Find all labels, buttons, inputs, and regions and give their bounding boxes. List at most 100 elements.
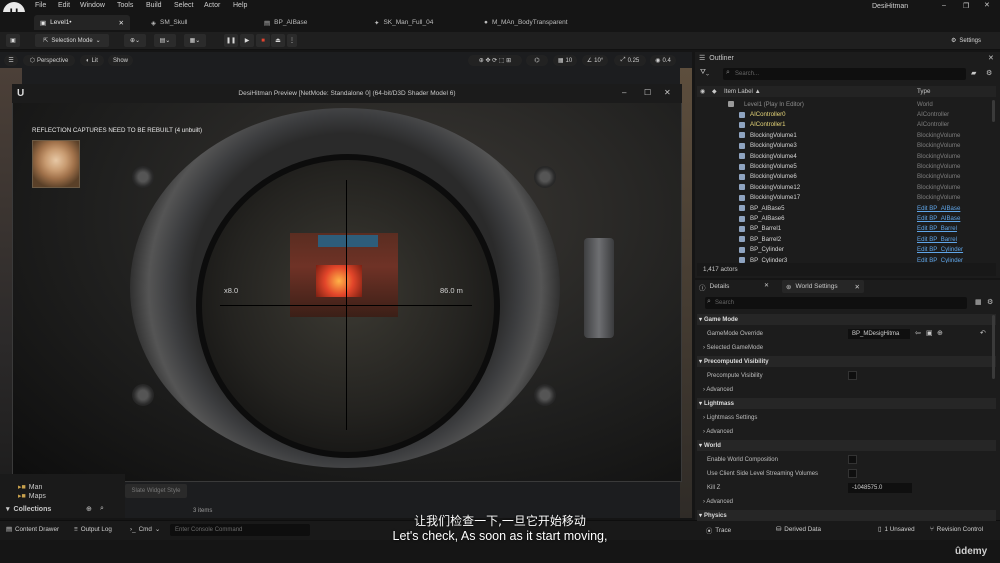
add-actor-button[interactable]: ⊕⌄ [124,34,146,47]
pie-close-icon[interactable]: ✕ [664,88,671,97]
lit-button[interactable]: ◐ Lit [80,55,104,66]
outliner-row[interactable]: BlockingVolume1 BlockingVolume [695,130,1000,140]
pie-maximize-icon[interactable]: ☐ [644,88,651,97]
menu-help[interactable]: Help [233,2,247,9]
world-settings-tab[interactable]: ⊛ World Settings ✕ [782,280,864,293]
outliner-row[interactable]: BlockingVolume5 BlockingVolume [695,161,1000,171]
menu-tools[interactable]: Tools [117,2,133,9]
save-icon[interactable]: ▣ [6,34,20,47]
camera-speed-button[interactable]: ◉ 0.4 [650,55,676,66]
edit-blueprint-link[interactable]: Edit BP_Cylinder [917,246,963,253]
details-search-input[interactable]: Search [705,297,967,309]
tab-sk-man[interactable]: ✦ SK_Man_Full_04 [368,15,473,30]
transform-tools[interactable]: ⊕ ✥ ⟳ ⬚ ⊞ [468,55,522,66]
settings-button[interactable]: ⚙ Settings [942,34,990,47]
outliner-row[interactable]: AIController0 AIController [695,109,1000,119]
cinematics-button[interactable]: ▦⌄ [184,34,206,47]
tab-material[interactable]: ● M_MAn_BodyTransparent [478,15,588,30]
rotation-snap-button[interactable]: ∠ 10° [582,55,608,66]
edit-blueprint-link[interactable]: Edit BP_AIBase [917,215,960,222]
folder-man[interactable]: ▸■ Man [18,483,42,492]
edit-blueprint-link[interactable]: Edit BP_Barrel [917,236,957,243]
lock-icon[interactable]: ◆ [712,88,717,95]
outliner-scrollbar[interactable] [992,100,995,122]
outliner-row[interactable]: Level1 (Play In Editor) World [695,99,1000,109]
outliner-row[interactable]: BP_Barrel2 Edit BP_Barrel [695,234,1000,244]
menu-edit[interactable]: Edit [58,2,70,9]
selection-mode-dropdown[interactable]: ⇱ Selection Mode ⌄ [35,34,109,47]
arrow-left-icon[interactable]: ⇦ [915,329,921,337]
subtitle-chinese: 让我们检查一下,一旦它开始移动 [414,514,586,528]
details-section-header[interactable]: ▾ World [697,440,996,451]
outliner-row[interactable]: BlockingVolume6 BlockingVolume [695,172,1000,182]
outliner-row[interactable]: AIController1 AIController [695,120,1000,130]
tab-close-icon[interactable]: ✕ [119,19,124,27]
menu-file[interactable]: File [35,2,46,9]
details-tab[interactable]: ⓘ Details [699,281,729,292]
col-item-label[interactable]: Item Label ▲ [724,88,761,95]
details-section-header[interactable]: ▾ Game Mode [697,314,996,325]
folder-maps[interactable]: ▸■ Maps [18,492,46,501]
table-view-icon[interactable]: ▦ [975,298,982,306]
property-label: Kill Z [707,484,721,491]
visibility-eye-icon[interactable]: ◉ [700,88,705,95]
outliner-search-input[interactable]: Search... [723,68,966,80]
property-checkbox[interactable] [848,469,857,478]
show-button[interactable]: Show [108,55,133,66]
blueprint-button[interactable]: ▤⌄ [154,34,176,47]
outliner-row[interactable]: BlockingVolume3 BlockingVolume [695,141,1000,151]
outliner-row[interactable]: BlockingVolume12 BlockingVolume [695,182,1000,192]
edit-blueprint-link[interactable]: Edit BP_Barrel [917,225,957,232]
filter-icon[interactable]: ⛛⌄ [700,69,709,77]
edit-blueprint-link[interactable]: Edit BP_AIBase [917,205,960,212]
scale-snap-button[interactable]: ⤢ 0.25 [614,55,646,66]
details-close-icon[interactable]: ✕ [764,282,769,289]
stop-icon[interactable]: ■ [256,34,270,47]
restore-icon[interactable]: ❐ [963,2,969,10]
reset-icon[interactable]: ↶ [980,329,986,337]
outliner-row[interactable]: BlockingVolume4 BlockingVolume [695,151,1000,161]
tab-level1[interactable]: ▣ Level1• ✕ [34,15,130,30]
close-icon[interactable]: ✕ [984,1,990,9]
col-type[interactable]: Type [917,88,930,95]
eject-icon[interactable]: ⏏ [271,34,285,47]
outliner-tab[interactable]: ☰ Outliner [699,54,734,63]
details-section-header[interactable]: ▾ Precomputed Visibility [697,356,996,367]
property-checkbox[interactable] [848,455,857,464]
browse-icon[interactable]: ▣ [926,329,933,337]
settings-gear-icon[interactable]: ⚙ [987,298,993,306]
add-folder-icon[interactable]: ▰ [971,69,976,77]
add-icon[interactable]: ⊕ [937,329,943,337]
pause-icon[interactable]: ❚❚ [224,34,238,47]
gamemode-override-dropdown[interactable]: BP_MDesigHitma [848,328,910,339]
viewport-menu-icon[interactable]: ☰ [4,55,18,66]
close-icon[interactable]: ✕ [855,283,860,291]
perspective-button[interactable]: ⬡ Perspective [23,55,75,66]
surface-snap-icon[interactable]: ⌬ [526,55,548,66]
property-checkbox[interactable] [848,371,857,380]
minimize-icon[interactable]: – [942,2,946,9]
outliner-close-icon[interactable]: ✕ [988,54,994,62]
grid-snap-button[interactable]: ▦ 10 [553,55,577,66]
outliner-row[interactable]: BP_Barrel1 Edit BP_Barrel [695,224,1000,234]
menu-select[interactable]: Select [174,2,193,9]
details-scrollbar[interactable] [992,315,995,379]
pie-minimize-icon[interactable]: – [622,88,626,97]
settings-gear-icon[interactable]: ⚙ [986,69,992,77]
kill-z-input[interactable]: -1048575.0 [848,482,912,493]
outliner-row[interactable]: BP_Cylinder Edit BP_Cylinder [695,245,1000,255]
menu-window[interactable]: Window [80,2,105,9]
tab-sm-skull[interactable]: ◈ SM_Skull [145,15,245,30]
step-icon[interactable]: ▶ [240,34,254,47]
slate-widget-style-asset[interactable]: Slate Widget Style [125,484,187,498]
outliner-row[interactable]: BlockingVolume17 BlockingVolume [695,193,1000,203]
actor-icon [739,111,745,118]
menu-build[interactable]: Build [146,2,162,9]
menu-actor[interactable]: Actor [204,2,220,9]
outliner-row[interactable]: BP_AIBase6 Edit BP_AIBase [695,213,1000,223]
details-section-header[interactable]: ▾ Lightmass [697,398,996,409]
outliner-row[interactable]: BP_AIBase5 Edit BP_AIBase [695,203,1000,213]
tab-bp-aibase[interactable]: ▤ BP_AIBase [258,15,358,30]
property-label: Use Client Side Level Streaming Volumes [707,470,819,477]
play-options-icon[interactable]: ⋮ [287,34,297,47]
